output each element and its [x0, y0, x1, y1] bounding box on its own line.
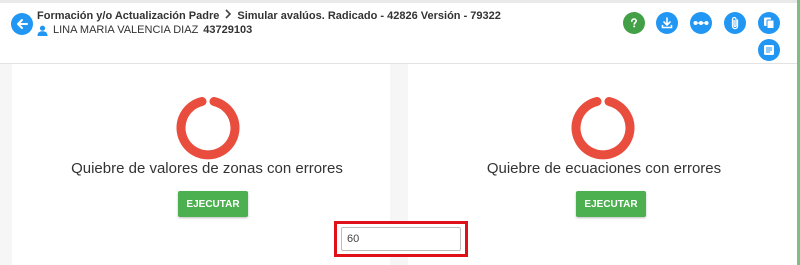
error-status-ring	[176, 96, 240, 160]
user-info: LINA MARIA VALENCIA DIAZ 43729103	[37, 24, 252, 36]
run-zones-button[interactable]: EJECUTAR	[178, 191, 248, 217]
back-button[interactable]	[11, 13, 33, 35]
copy-icon	[764, 17, 775, 29]
download-button[interactable]	[656, 12, 678, 34]
notes-icon	[764, 45, 774, 55]
connections-button[interactable]	[690, 12, 712, 34]
user-name: LINA MARIA VALENCIA DIAZ	[53, 24, 199, 36]
page-header: Formación y/o Actualización Padre Simula…	[0, 3, 797, 64]
panel-title: Quiebre de ecuaciones con errores	[486, 160, 722, 177]
loading-ring-icon	[176, 97, 240, 160]
loading-ring-icon	[571, 97, 635, 160]
run-equations-button[interactable]: EJECUTAR	[576, 191, 646, 217]
copy-button[interactable]	[758, 12, 780, 34]
help-icon	[631, 18, 638, 28]
breadcrumb: Formación y/o Actualización Padre Simula…	[37, 9, 501, 22]
arrow-left-icon	[17, 19, 28, 29]
breadcrumb-current: Simular avalúos. Radicado - 42826 Versió…	[237, 9, 501, 22]
attach-button[interactable]	[724, 12, 746, 34]
download-icon	[661, 17, 673, 29]
value-input[interactable]	[341, 227, 461, 251]
share-nodes-icon	[693, 21, 709, 25]
help-button[interactable]	[623, 12, 645, 34]
highlighted-input-frame	[334, 221, 468, 257]
attach-icon	[731, 16, 739, 30]
notes-button[interactable]	[758, 39, 780, 61]
chevron-right-icon	[224, 9, 232, 22]
page: Formación y/o Actualización Padre Simula…	[0, 0, 800, 265]
error-status-ring	[571, 96, 635, 160]
panel-title: Quiebre de valores de zonas con errores	[71, 160, 343, 177]
user-id: 43729103	[203, 24, 253, 36]
breadcrumb-parent[interactable]: Formación y/o Actualización Padre	[37, 10, 219, 22]
user-icon	[37, 25, 48, 36]
